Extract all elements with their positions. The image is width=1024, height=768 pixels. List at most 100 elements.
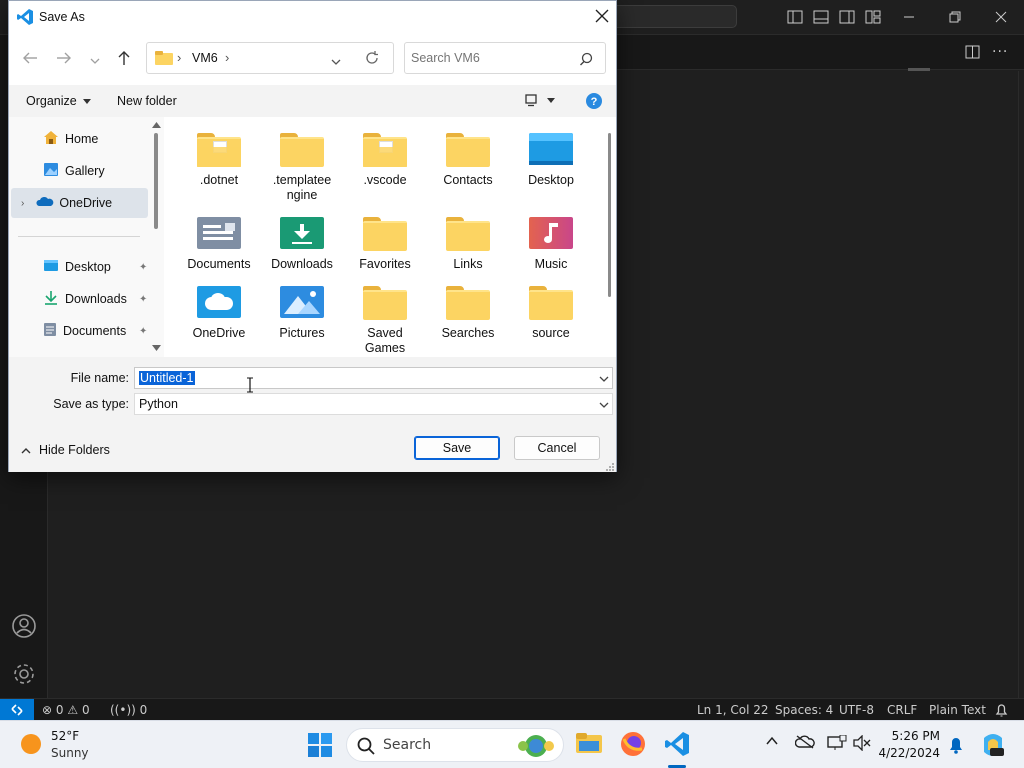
close-window-icon[interactable] <box>992 8 1010 26</box>
save-type-dropdown-icon[interactable] <box>599 402 609 408</box>
split-editor-icon[interactable] <box>965 44 981 63</box>
end-of-line[interactable]: CRLF <box>887 699 917 721</box>
problems-indicator[interactable]: ⊗ 0 ⚠ 0 <box>42 699 90 721</box>
nav-item-documents[interactable]: Documents ✦ <box>11 316 147 346</box>
folder-tile[interactable]: source <box>513 284 589 341</box>
windows-start-icon[interactable] <box>308 733 332 760</box>
minimize-icon[interactable] <box>900 8 918 26</box>
file-name-dropdown-icon[interactable] <box>599 376 609 382</box>
folder-tile[interactable]: .vscode <box>347 131 423 188</box>
weather-temperature[interactable]: 52°F <box>51 729 79 743</box>
folder-grid: .dotnet .templatee ngine .vscode Contacts De… <box>167 117 611 357</box>
folder-tile[interactable]: Favorites <box>347 215 423 272</box>
folder-tile[interactable]: Saved Games <box>347 284 423 356</box>
ports-indicator[interactable]: ((•)) 0 <box>110 699 147 721</box>
restore-icon[interactable] <box>946 8 964 26</box>
customize-layout-icon[interactable] <box>864 8 882 26</box>
dialog-close-icon[interactable] <box>595 9 609 26</box>
folder-tile[interactable]: Documents <box>181 215 257 272</box>
organize-label: Organize <box>26 94 77 108</box>
toggle-secondary-sidebar-icon[interactable] <box>838 8 856 26</box>
expand-chevron-icon[interactable]: › <box>21 198 24 209</box>
folder-tile[interactable]: Links <box>430 215 506 272</box>
folder-tile[interactable]: .templatee ngine <box>264 131 340 203</box>
manage-gear-icon[interactable] <box>11 661 37 690</box>
taskbar-search-box[interactable]: Search <box>346 728 564 762</box>
notification-bell-icon[interactable] <box>948 736 964 757</box>
file-explorer-icon[interactable] <box>576 731 602 758</box>
folder-tile[interactable]: OneDrive <box>181 284 257 341</box>
search-field[interactable] <box>404 42 606 74</box>
folder-tile[interactable]: Contacts <box>430 131 506 188</box>
copilot-icon[interactable] <box>980 732 1006 761</box>
folder-tile[interactable]: Downloads <box>264 215 340 272</box>
volume-muted-icon[interactable] <box>853 734 871 754</box>
resize-grip-icon[interactable] <box>606 461 615 475</box>
nav-label-gallery: Gallery <box>65 164 105 178</box>
help-icon[interactable]: ? <box>586 93 602 112</box>
firefox-icon[interactable] <box>620 731 646 760</box>
nav-divider <box>18 236 140 237</box>
folder-tile[interactable]: .dotnet <box>181 131 257 188</box>
file-scroll-thumb[interactable] <box>608 133 611 297</box>
language-mode[interactable]: Plain Text <box>929 699 986 721</box>
pin-icon[interactable]: ✦ <box>139 262 147 273</box>
nav-scroll-thumb[interactable] <box>154 133 158 229</box>
notifications-bell-icon[interactable] <box>995 703 1008 720</box>
hide-folders-toggle[interactable]: Hide Folders <box>21 443 110 457</box>
organize-menu[interactable]: Organize <box>26 94 91 108</box>
nav-item-home[interactable]: Home <box>11 124 146 154</box>
address-dropdown-icon[interactable] <box>331 55 341 69</box>
indentation[interactable]: Spaces: 4 <box>775 699 833 721</box>
file-name-input[interactable]: Untitled-1 <box>139 371 195 385</box>
up-arrow-icon[interactable] <box>117 50 131 69</box>
search-input[interactable] <box>411 49 571 67</box>
accounts-icon[interactable] <box>11 613 37 642</box>
folder-tile[interactable]: Searches <box>430 284 506 341</box>
forward-arrow-icon[interactable] <box>56 51 72 68</box>
folder-tile[interactable]: Desktop <box>513 131 589 188</box>
command-bar: Organize New folder ? <box>9 85 616 117</box>
toggle-primary-sidebar-icon[interactable] <box>786 8 804 26</box>
folder-tile[interactable]: Pictures <box>264 284 340 341</box>
breadcrumb-current[interactable]: VM6 <box>192 51 218 65</box>
toggle-panel-icon[interactable] <box>812 8 830 26</box>
nav-item-desktop[interactable]: Desktop ✦ <box>11 252 147 282</box>
save-type-select[interactable]: Python <box>134 393 613 415</box>
clock-time[interactable]: 5:26 PM <box>884 729 940 743</box>
recent-locations-chevron-icon[interactable] <box>90 54 100 68</box>
save-button[interactable]: Save <box>414 436 500 460</box>
pictures-folder-icon <box>280 284 324 320</box>
encoding[interactable]: UTF-8 <box>839 699 874 721</box>
nav-scrollbar[interactable] <box>150 117 164 357</box>
file-name-field[interactable]: Untitled-1 <box>134 367 613 389</box>
nav-item-onedrive[interactable]: › OneDrive <box>11 188 148 218</box>
address-bar[interactable]: › VM6 › <box>146 42 394 74</box>
folder-tile[interactable]: Music <box>513 215 589 272</box>
cursor-position[interactable]: Ln 1, Col 22 <box>697 699 769 721</box>
vscode-taskbar-icon[interactable] <box>664 731 690 760</box>
more-actions-icon[interactable]: ··· <box>992 44 1008 60</box>
editor-scrollbar[interactable] <box>1018 71 1024 698</box>
weather-description[interactable]: Sunny <box>51 746 89 760</box>
remote-indicator-icon[interactable] <box>0 699 34 721</box>
clock-date[interactable]: 4/22/2024 <box>878 746 940 760</box>
back-arrow-icon[interactable] <box>22 51 38 68</box>
breadcrumb-chevron-icon[interactable]: › <box>225 50 229 65</box>
file-scrollbar[interactable] <box>603 117 616 357</box>
view-options[interactable] <box>525 94 555 107</box>
nav-item-gallery[interactable]: Gallery <box>11 156 146 186</box>
onedrive-folder-icon <box>197 284 241 320</box>
documents-icon <box>43 322 57 340</box>
nav-item-downloads[interactable]: Downloads ✦ <box>11 284 147 314</box>
pin-icon[interactable]: ✦ <box>139 294 147 305</box>
command-center[interactable] <box>600 5 737 28</box>
show-hidden-icons-chevron-icon[interactable] <box>766 735 778 749</box>
refresh-icon[interactable] <box>365 51 379 68</box>
onedrive-offline-icon[interactable] <box>794 735 815 752</box>
display-network-icon[interactable] <box>827 734 847 754</box>
new-folder-button[interactable]: New folder <box>117 94 177 108</box>
pin-icon[interactable]: ✦ <box>139 326 147 337</box>
weather-sun-icon[interactable] <box>20 733 42 758</box>
cancel-button[interactable]: Cancel <box>514 436 600 460</box>
